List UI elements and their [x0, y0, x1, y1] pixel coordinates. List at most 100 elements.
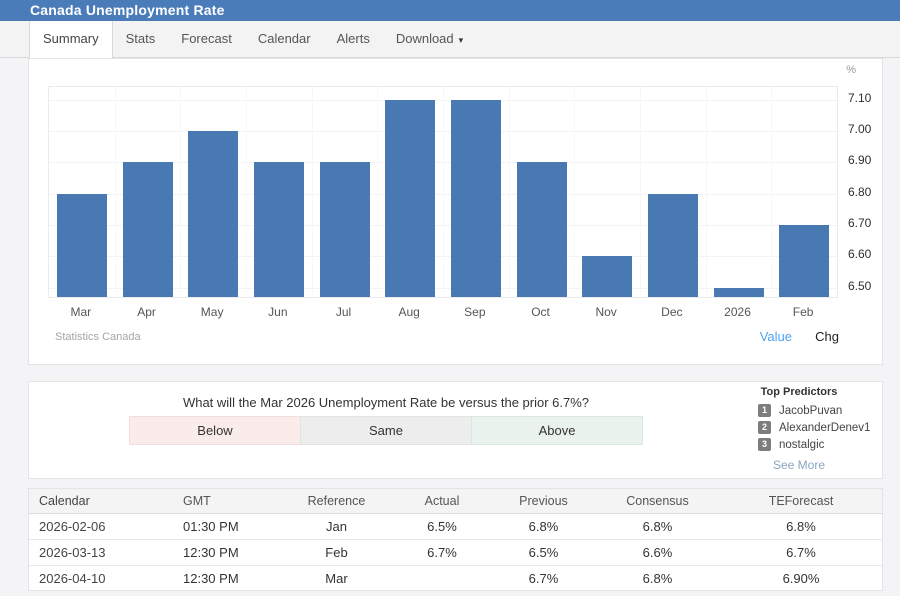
table-cell: 6.6% [595, 539, 720, 566]
y-axis-tick-label: 6.70 [848, 215, 872, 230]
x-axis-tick-label: Dec [661, 305, 683, 319]
tab-forecast[interactable]: Forecast [168, 21, 245, 57]
bar-may [188, 130, 239, 297]
predict-same-button[interactable]: Same [300, 416, 472, 445]
tab-alerts[interactable]: Alerts [324, 21, 383, 57]
y-axis-tick-label: 6.60 [848, 247, 872, 262]
x-axis-tick-label: 2026 [724, 305, 751, 319]
rank-badge: 1 [758, 404, 771, 417]
bar-apr [122, 162, 173, 297]
predictor-name[interactable]: nostalgic [779, 439, 824, 451]
gridline [311, 87, 313, 297]
x-axis-tick-label: Jul [335, 305, 352, 319]
chg-toggle[interactable]: Chg [815, 329, 839, 344]
table-cell: Feb [281, 539, 392, 566]
gridline [574, 87, 576, 297]
tab-calendar[interactable]: Calendar [245, 21, 324, 57]
table-cell: 12:30 PM [171, 539, 281, 566]
bar-feb [779, 224, 830, 297]
chevron-down-icon: ▾ [458, 35, 464, 45]
y-axis-unit-label: % [846, 64, 856, 76]
gridline [180, 87, 182, 297]
predict-below-button[interactable]: Below [129, 416, 301, 445]
tab-download[interactable]: Download ▾ [383, 21, 476, 57]
bar-sep [450, 99, 501, 297]
bar-jul [319, 162, 370, 297]
x-axis-tick-label: Nov [595, 305, 617, 319]
y-axis-tick-label: 6.50 [848, 278, 872, 293]
x-axis-tick-label: Sep [464, 305, 486, 319]
table-cell: Jan [281, 513, 392, 540]
predictor-row: 3 nostalgic [734, 436, 864, 453]
page-title: Canada Unemployment Rate [30, 2, 225, 18]
table-cell: 6.90% [720, 565, 882, 590]
table-cell: 6.7% [720, 539, 882, 566]
table-cell: 6.8% [492, 513, 595, 540]
y-axis-tick-label: 6.80 [848, 184, 872, 199]
bar-dec [647, 193, 698, 297]
column-header-consensus: Consensus [595, 489, 720, 514]
column-header-reference: Reference [281, 489, 392, 514]
table-cell: 6.8% [595, 513, 720, 540]
y-axis-tick-label: 7.00 [848, 121, 872, 136]
table-cell: 01:30 PM [171, 513, 281, 540]
table-cell: 2026-04-10 [29, 565, 171, 590]
chart-plot [48, 86, 838, 298]
prediction-card: What will the Mar 2026 Unemployment Rate… [28, 381, 883, 479]
value-toggle[interactable]: Value [760, 329, 792, 344]
predictor-name[interactable]: AlexanderDenev1 [779, 422, 870, 434]
prediction-question: What will the Mar 2026 Unemployment Rate… [182, 395, 590, 410]
calendar-table: Calendar GMT Reference Actual Previous Consen… [29, 489, 882, 590]
x-axis-tick-label: Aug [398, 305, 420, 319]
chart-source: Statistics Canada [55, 331, 141, 343]
gridline [114, 87, 116, 297]
chart-card: % Statistics Canada Value Chg 7.10 7.00 6.… [28, 58, 883, 365]
table-cell: 6.5% [392, 513, 492, 540]
bar-mar [56, 193, 107, 297]
calendar-table-card: Calendar GMT Reference Actual Previous Consen… [28, 488, 883, 591]
gridline [705, 87, 707, 297]
gridline [443, 87, 444, 297]
table-header-row: Calendar GMT Reference Actual Previous Consen… [29, 489, 882, 514]
y-axis-tick-label: 7.10 [848, 90, 872, 105]
table-cell [392, 565, 492, 590]
predictor-row: 1 JacobPuvan [734, 402, 864, 419]
x-axis-tick-label: Jun [268, 305, 288, 319]
table-cell: 6.7% [492, 565, 595, 590]
bar-nov [582, 256, 633, 297]
prediction-options: Below Same Above [129, 416, 643, 445]
column-header-calendar: Calendar [29, 489, 171, 514]
see-more-link[interactable]: See More [734, 458, 864, 472]
predict-above-button[interactable]: Above [471, 416, 643, 445]
bar-aug [385, 99, 436, 297]
table-body: 2026-02-06 01:30 PM Jan 6.5% 6.8% 6.8% 6.8% 202… [29, 513, 882, 590]
table-cell: Mar [281, 565, 392, 590]
bar-2026 [713, 287, 764, 297]
tab-stats[interactable]: Stats [113, 21, 169, 57]
bar-jun [253, 162, 304, 297]
x-axis-tick-label: Mar [70, 305, 92, 319]
gridline [377, 87, 379, 297]
x-axis-tick-label: Apr [137, 305, 156, 319]
table-cell: 6.5% [492, 539, 595, 566]
gridline [508, 87, 510, 297]
table-row: 2026-04-10 12:30 PM Mar 6.7% 6.8% 6.90% [29, 565, 882, 590]
top-predictors-title: Top Predictors [760, 386, 838, 398]
predictor-row: 2 AlexanderDenev1 [734, 419, 870, 436]
x-axis-tick-label: Oct [531, 305, 550, 319]
table-cell: 6.7% [392, 539, 492, 566]
predictor-name[interactable]: JacobPuvan [779, 405, 842, 417]
bar-oct [516, 162, 567, 297]
x-axis-tick-label: Feb [792, 305, 814, 319]
table-cell: 12:30 PM [171, 565, 281, 590]
table-cell: 2026-02-06 [29, 513, 171, 540]
gridline [246, 87, 247, 297]
tab-bar: Summary Stats Forecast Calendar Alerts Downlo… [0, 21, 900, 58]
top-predictors: Top Predictors 1 JacobPuvan 2 AlexanderDene… [734, 386, 870, 472]
tab-summary[interactable]: Summary [29, 21, 113, 58]
gridline [771, 87, 773, 297]
x-axis-tick-label: May [200, 305, 224, 319]
table-row: 2026-03-13 12:30 PM Feb 6.7% 6.5% 6.6% 6.7% [29, 539, 882, 566]
table-cell: 6.8% [595, 565, 720, 590]
rank-badge: 2 [758, 421, 771, 434]
